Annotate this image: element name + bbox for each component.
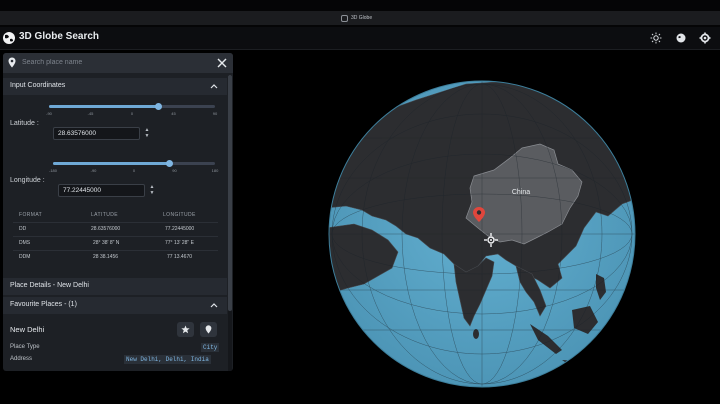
favourite-place-name: New Delhi	[10, 325, 45, 334]
search-input[interactable]	[22, 56, 212, 69]
table-header-row: FORMAT LATITUDE LONGITUDE	[13, 208, 218, 223]
table-row: DMS 28° 38' 8" N 77° 13' 28" E	[13, 236, 218, 251]
latitude-stepper[interactable]: ▲ ▼	[143, 127, 151, 140]
panel-scrollbar-thumb[interactable]	[228, 75, 232, 311]
address-label: Address	[10, 356, 33, 362]
table-row: DD 28.63576000 77.22445000	[13, 222, 218, 237]
chevron-up-icon	[210, 84, 218, 89]
location-pin-icon	[205, 325, 212, 334]
slider-tick-label: -180	[48, 168, 58, 173]
star-icon	[181, 325, 190, 334]
app-header: 3D Globe Search	[0, 27, 720, 50]
place-details-header[interactable]: Place Details - New Delhi	[3, 278, 227, 295]
location-pin-icon	[8, 57, 16, 68]
table-header-latitude: LATITUDE	[91, 212, 118, 218]
chevron-up-icon	[210, 303, 218, 308]
address-value: New Delhi, Delhi, India	[124, 355, 211, 364]
globe-mode-icon[interactable]	[675, 32, 687, 44]
country-label: China	[512, 189, 530, 196]
locate-place-button[interactable]	[200, 322, 217, 337]
latitude-cell: 28.63576000	[91, 226, 121, 232]
place-details-title: Place Details - New Delhi	[10, 282, 89, 289]
brightness-icon[interactable]	[650, 32, 662, 44]
latitude-slider[interactable]	[49, 103, 215, 110]
place-type-label: Place Type	[10, 344, 40, 350]
longitude-stepper[interactable]: ▲ ▼	[148, 184, 156, 197]
sri-lanka	[473, 329, 479, 339]
format-cell: DD	[19, 226, 27, 232]
settings-icon[interactable]	[699, 32, 711, 44]
longitude-cell: 77° 13' 28" E	[165, 240, 194, 246]
window-title: 3D Globe	[351, 15, 373, 21]
longitude-cell: 77 13.4670	[167, 254, 193, 260]
globe-logo-icon	[3, 32, 15, 44]
latitude-cell: 28 38.1456	[93, 254, 119, 260]
favourite-star-button[interactable]	[177, 322, 194, 337]
format-cell: DMS	[19, 240, 31, 246]
favourite-places-title: Favourite Places - (1)	[10, 301, 77, 308]
longitude-slider-fill	[53, 162, 169, 165]
clear-search-button[interactable]	[214, 55, 230, 71]
app-icon	[341, 14, 348, 22]
slider-tick-label: -90	[46, 111, 52, 116]
slider-tick-label: 90	[172, 168, 177, 173]
longitude-slider-handle[interactable]	[165, 160, 173, 167]
new-guinea	[614, 334, 635, 358]
table-header-format: FORMAT	[19, 212, 43, 218]
favourite-places-header[interactable]: Favourite Places - (1)	[3, 297, 227, 314]
slider-tick-label: 0	[132, 168, 136, 173]
australia-landmass	[586, 370, 635, 387]
graticule	[329, 81, 635, 387]
latitude-slider-fill	[49, 105, 159, 108]
input-coordinates-title: Input Coordinates	[10, 82, 66, 89]
globe-canvas[interactable]: China	[326, 78, 638, 390]
favourite-place-item: New Delhi Place Type City Address New De…	[3, 317, 227, 371]
search-panel: Input Coordinates Latitude : 28.63576000…	[3, 53, 233, 371]
input-coordinates-header[interactable]: Input Coordinates	[3, 78, 227, 95]
africa-landmass	[329, 299, 347, 359]
window-title-group: 3D Globe	[341, 12, 372, 24]
latitude-label: Latitude :	[10, 120, 39, 127]
close-icon	[217, 58, 227, 68]
table-header-longitude: LONGITUDE	[163, 212, 196, 218]
longitude-slider[interactable]	[53, 160, 215, 167]
table-row: DDM 28 38.1456 77 13.4670	[13, 250, 218, 264]
search-bar	[3, 53, 233, 73]
longitude-input[interactable]: 77.22445000	[58, 184, 145, 197]
latitude-cell: 28° 38' 8" N	[93, 240, 120, 246]
slider-tick-label: 0	[130, 111, 134, 116]
slider-tick-label: 90	[212, 111, 218, 116]
app-title: 3D Globe Search	[19, 31, 100, 42]
window-titlebar: 3D Globe	[0, 0, 720, 27]
slider-tick-label: -90	[90, 168, 97, 173]
longitude-cell: 77.22445000	[165, 226, 195, 232]
format-cell: DDM	[19, 254, 31, 260]
slider-tick-label: 45	[171, 111, 176, 116]
globe-view[interactable]: China	[326, 78, 638, 395]
place-type-value: City	[201, 343, 220, 352]
longitude-label: Longitude :	[10, 177, 45, 184]
slider-tick-label: -45	[87, 111, 94, 116]
latitude-slider-handle[interactable]	[155, 103, 163, 110]
latitude-input[interactable]: 28.63576000	[53, 127, 140, 140]
slider-tick-label: 180	[211, 168, 219, 173]
